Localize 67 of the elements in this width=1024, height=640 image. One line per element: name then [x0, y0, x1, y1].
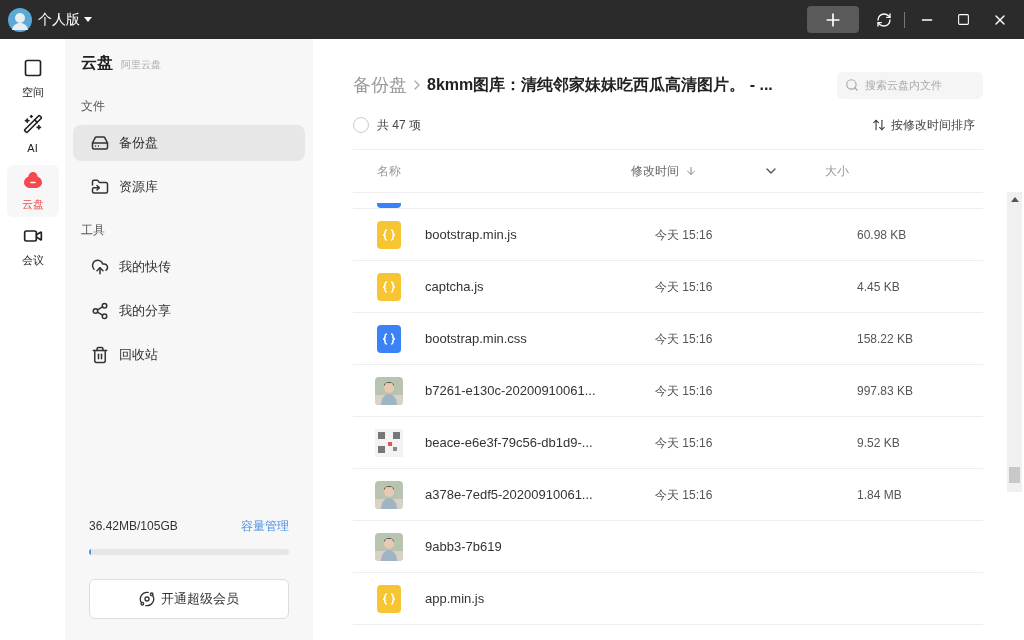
modified-time: 今天 15:16: [655, 486, 714, 504]
nav-item[interactable]: 我的快传: [73, 249, 305, 285]
sort-icon: [872, 118, 886, 132]
nav-item[interactable]: 回收站: [73, 337, 305, 373]
cloud-icon: [22, 169, 43, 190]
scrollbar-thumb[interactable]: [1009, 467, 1020, 483]
refresh-icon[interactable]: [876, 11, 892, 28]
js-file-icon: [377, 220, 401, 249]
section-heading: 文件: [80, 98, 106, 115]
column-header[interactable]: 修改时间: [631, 162, 679, 180]
modified-time: 今天 15:16: [655, 434, 714, 452]
scrollbar[interactable]: [1007, 192, 1022, 492]
modified-time: 今天 15:16: [655, 226, 714, 244]
edition-menu[interactable]: 个人版: [38, 9, 92, 30]
file-size: 1.84 MB: [857, 486, 902, 504]
nav-item[interactable]: 备份盘: [73, 125, 305, 161]
folder-icon: [91, 178, 109, 196]
file-size: 997.83 KB: [857, 382, 914, 400]
wand-icon: [22, 113, 43, 134]
cloud-upload-icon: [91, 258, 109, 276]
js-file-icon: [377, 584, 401, 613]
maximize-icon[interactable]: [957, 13, 970, 26]
sort-down-icon: [685, 165, 697, 177]
panel-title: 云盘: [81, 53, 113, 73]
rail-tab[interactable]: 空间: [6, 53, 59, 105]
vip-button[interactable]: 开通超级会员: [89, 579, 289, 619]
caret-icon: [84, 17, 92, 22]
rail-tab[interactable]: 会议: [6, 221, 59, 273]
nav-item[interactable]: 资源库: [73, 169, 305, 205]
modified-time: 今天 15:16: [655, 278, 714, 296]
search-icon: [845, 77, 859, 92]
file-name[interactable]: beace-e6e3f-79c56-db1d9-...: [425, 432, 655, 453]
file-name[interactable]: 9abb3-7b619: [425, 536, 655, 557]
qr-code-icon: [375, 428, 403, 457]
sort-button[interactable]: 按修改时间排序: [872, 116, 975, 134]
file-name[interactable]: bootstrap.min.css: [425, 328, 655, 349]
file-name[interactable]: captcha.js: [425, 276, 655, 297]
planet-icon: [139, 591, 155, 607]
file-size: 4.45 KB: [857, 278, 900, 296]
css-file-icon: [377, 324, 401, 353]
storage-usage: 36.42MB/105GB: [89, 518, 178, 535]
trash-icon: [91, 346, 109, 364]
search-field[interactable]: 搜索云盘内文件: [837, 71, 983, 99]
share-icon: [91, 302, 109, 320]
add-button[interactable]: [807, 6, 859, 33]
column-header: 大小: [825, 163, 849, 180]
nav-item[interactable]: 我的分享: [73, 293, 305, 329]
scroll-up-icon[interactable]: [1010, 197, 1019, 202]
drive-icon: [91, 134, 109, 152]
item-count: 共 47 项: [377, 117, 421, 134]
section-heading: 工具: [80, 222, 106, 239]
file-size: 9.52 KB: [857, 434, 900, 452]
js-file-icon: [377, 272, 401, 301]
column-header: 名称: [377, 163, 402, 180]
file-name[interactable]: app.min.js: [425, 588, 655, 609]
rail-tab[interactable]: AI: [6, 109, 59, 161]
file-name[interactable]: b7261-e130c-20200910061...: [425, 380, 655, 401]
file-size: 158.22 KB: [857, 330, 914, 348]
file-size: 60.98 KB: [857, 226, 907, 244]
file-name[interactable]: a378e-7edf5-20200910061...: [425, 484, 655, 505]
file-name[interactable]: bootstrap.min.js: [425, 224, 655, 245]
square-icon: [22, 57, 43, 78]
avatar[interactable]: [8, 7, 32, 32]
breadcrumb-current: 8kmm图库：清纯邻家妹妹吃西瓜高清图片。 - ...: [427, 75, 773, 95]
modified-time: 今天 15:16: [655, 330, 714, 348]
panel-subtitle: 阿里云盘: [121, 58, 161, 72]
modified-time: 今天 15:16: [655, 382, 714, 400]
